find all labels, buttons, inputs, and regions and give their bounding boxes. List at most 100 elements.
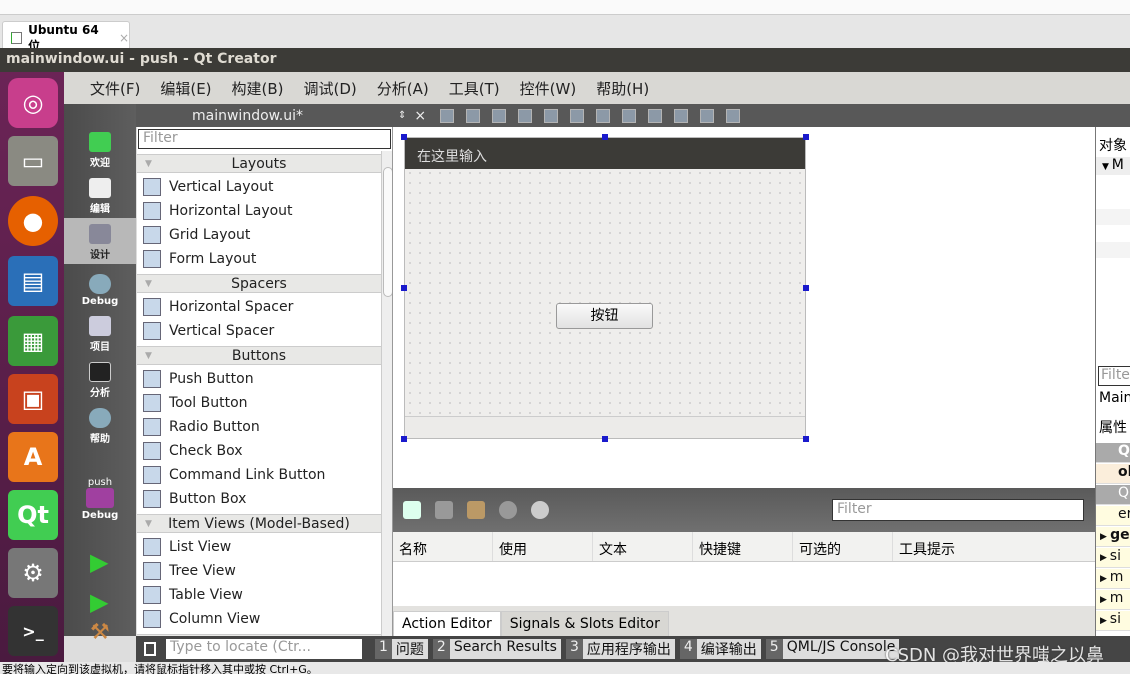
widget-item[interactable]: List View	[137, 535, 381, 559]
menu-debug[interactable]: 调试(D)	[294, 78, 367, 99]
widget-item[interactable]: Tool Button	[137, 391, 381, 415]
mode-edit[interactable]: 编辑	[64, 172, 136, 218]
debug-run-icon[interactable]: ▶	[90, 588, 108, 616]
files-icon[interactable]: ▭	[8, 136, 58, 186]
property-row[interactable]: ▶ si	[1096, 548, 1130, 568]
layout-vertical-icon[interactable]	[570, 108, 585, 123]
adjust-size-icon[interactable]	[726, 108, 741, 123]
column-header[interactable]: 快捷键	[693, 532, 793, 561]
line-edit[interactable]: 在这里输入	[405, 138, 805, 169]
main-window-form[interactable]: 在这里输入 按钮	[404, 137, 806, 439]
widget-item[interactable]: Button Box	[137, 487, 381, 511]
locator-input[interactable]: Type to locate (Ctr...	[166, 639, 362, 659]
settings-icon[interactable]: ⚙	[8, 548, 58, 598]
edit-tab-order-icon[interactable]	[518, 108, 533, 123]
software-center-icon[interactable]: A	[8, 432, 58, 482]
widget-category[interactable]: ▼ Layouts	[137, 154, 381, 173]
widget-item[interactable]: Command Link Button	[137, 463, 381, 487]
property-filter-input[interactable]: Filte	[1098, 366, 1130, 386]
menu-build[interactable]: 构建(B)	[222, 78, 294, 99]
column-header[interactable]: 使用	[493, 532, 593, 561]
break-layout-icon[interactable]	[700, 108, 715, 123]
resize-handle[interactable]	[401, 436, 407, 442]
widget-item[interactable]: Form Layout	[137, 247, 381, 271]
property-row[interactable]: Q	[1096, 485, 1130, 505]
layout-vsplitter-icon[interactable]	[622, 108, 637, 123]
widget-item[interactable]: Grid Layout	[137, 223, 381, 247]
mode-projects[interactable]: 项目	[64, 310, 136, 356]
widget-category[interactable]: ▼ Spacers	[137, 274, 381, 293]
property-row[interactable]: ▶ si	[1096, 611, 1130, 631]
column-header[interactable]: 可选的	[793, 532, 893, 561]
gear-icon[interactable]	[531, 501, 549, 519]
widget-item[interactable]: Check Box	[137, 439, 381, 463]
build-hammer-icon[interactable]: ⚒	[90, 620, 110, 645]
layout-form-icon[interactable]	[648, 108, 663, 123]
updown-icon[interactable]: ⇕	[398, 110, 406, 121]
property-row[interactable]: Q	[1096, 443, 1130, 463]
widget-item[interactable]: Tree View	[137, 559, 381, 583]
calc-icon[interactable]: ▦	[8, 316, 58, 366]
close-tab-icon[interactable]: ×	[119, 31, 129, 45]
property-row[interactable]: er	[1096, 506, 1130, 526]
property-row[interactable]: ▶ m	[1096, 569, 1130, 589]
column-header[interactable]: 名称	[393, 532, 493, 561]
resize-handle[interactable]	[401, 134, 407, 140]
toggle-sidebar-icon[interactable]	[144, 642, 156, 656]
qt-creator-icon[interactable]: Qt	[8, 490, 58, 540]
widget-item[interactable]: Vertical Layout	[137, 175, 381, 199]
mode-welcome[interactable]: 欢迎	[64, 126, 136, 172]
output-pane-search[interactable]: 2 Search Results	[432, 639, 561, 659]
output-pane-qml-console[interactable]: 5 QML/JS Console	[765, 639, 900, 659]
menu-help[interactable]: 帮助(H)	[586, 78, 659, 99]
column-header[interactable]: 文本	[593, 532, 693, 561]
widget-item[interactable]: Push Button	[137, 367, 381, 391]
vm-tab[interactable]: Ubuntu 64 位 ×	[2, 21, 130, 53]
ubuntu-dash-icon[interactable]: ◎	[8, 78, 58, 128]
output-pane-app-output[interactable]: 3 应用程序输出	[565, 639, 675, 659]
delete-icon[interactable]	[499, 501, 517, 519]
edit-widgets-icon[interactable]	[440, 108, 455, 123]
writer-icon[interactable]: ▤	[8, 256, 58, 306]
scrollbar-thumb[interactable]	[383, 167, 392, 297]
menu-analyze[interactable]: 分析(A)	[367, 78, 439, 99]
resize-handle[interactable]	[803, 134, 809, 140]
widget-filter-input[interactable]: Filter	[138, 129, 391, 149]
layout-horizontal-icon[interactable]	[544, 108, 559, 123]
resize-handle[interactable]	[401, 285, 407, 291]
widget-item[interactable]: Horizontal Spacer	[137, 295, 381, 319]
resize-handle[interactable]	[803, 436, 809, 442]
edit-signals-icon[interactable]	[466, 108, 481, 123]
open-document-combo[interactable]: mainwindow.ui*	[192, 108, 392, 124]
property-row[interactable]: ol	[1096, 464, 1130, 484]
object-tree-row[interactable]	[1096, 209, 1130, 225]
resize-handle[interactable]	[803, 285, 809, 291]
resize-handle[interactable]	[602, 436, 608, 442]
impress-icon[interactable]: ▣	[8, 374, 58, 424]
widget-item[interactable]: Table View	[137, 583, 381, 607]
resize-handle[interactable]	[602, 134, 608, 140]
new-action-icon[interactable]	[403, 501, 421, 519]
mode-design[interactable]: 设计	[64, 218, 136, 264]
firefox-icon[interactable]: ●	[8, 196, 58, 246]
layout-hsplitter-icon[interactable]	[596, 108, 611, 123]
property-row[interactable]: ▶ ge	[1096, 527, 1130, 547]
tab-action-editor[interactable]: Action Editor	[393, 611, 501, 636]
push-button[interactable]: 按钮	[556, 303, 653, 329]
copy-icon[interactable]	[435, 501, 453, 519]
menu-edit[interactable]: 编辑(E)	[150, 78, 221, 99]
widget-item[interactable]: Horizontal Layout	[137, 199, 381, 223]
object-tree-row[interactable]	[1096, 242, 1130, 258]
edit-buddies-icon[interactable]	[492, 108, 507, 123]
widget-box-scrollbar[interactable]	[381, 151, 392, 636]
kit-selector[interactable]: push Debug	[64, 460, 136, 524]
output-pane-issues[interactable]: 1 问题	[375, 639, 428, 659]
menu-tools[interactable]: 工具(T)	[439, 78, 510, 99]
widget-item[interactable]: Vertical Spacer	[137, 319, 381, 343]
menu-widgets[interactable]: 控件(W)	[510, 78, 587, 99]
mode-debug[interactable]: Debug	[64, 264, 136, 310]
close-document-icon[interactable]: ×	[414, 108, 426, 124]
mode-help[interactable]: 帮助	[64, 402, 136, 448]
terminal-icon[interactable]: >_	[8, 606, 58, 656]
widget-category[interactable]: ▼ Item Views (Model-Based)	[137, 514, 381, 533]
